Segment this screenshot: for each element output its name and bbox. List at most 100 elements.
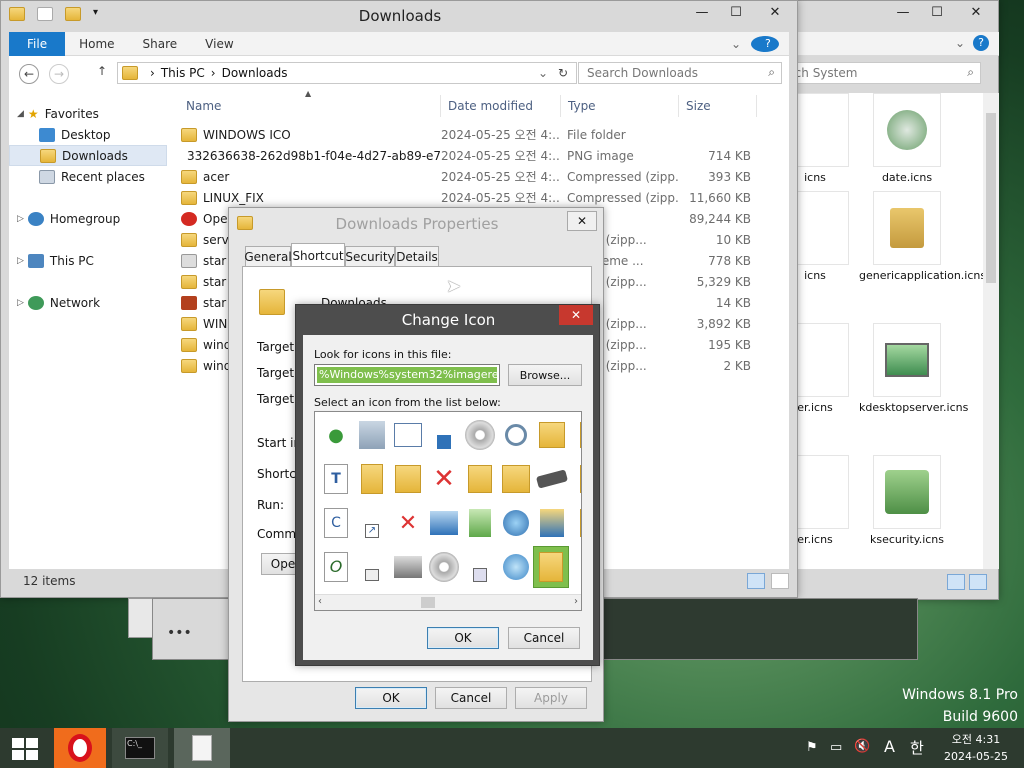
tab-view[interactable]: View [191,37,247,51]
font-file-icon[interactable]: T [317,460,355,498]
column-type[interactable]: Type [561,95,679,117]
folder-icon[interactable] [567,416,581,454]
chevron-down-icon[interactable]: ⌄ [538,66,548,80]
table-row[interactable]: 332636638-262d98b1-f04e-4d27-ab89-e7... 2… [181,145,751,166]
opera-taskbar-button[interactable] [54,728,106,768]
start-windows-icon[interactable] [12,738,38,760]
up-arrow-icon[interactable]: ↑ [97,64,107,78]
large-icons-view-icon[interactable] [771,573,789,589]
network-disconnect-icon[interactable]: ✕ [389,504,427,542]
nav-desktop[interactable]: Desktop [9,124,167,145]
ok-button[interactable]: OK [427,627,499,649]
opentype-font-icon[interactable]: O [317,548,355,586]
nav-homegroup[interactable]: ▷ Homegroup [9,208,167,229]
text-file-icon[interactable]: C [317,504,355,542]
network-status-icon[interactable]: ▭ [830,740,842,755]
close-button[interactable]: ✕ [567,211,597,231]
table-row[interactable]: acer 2024-05-25 오전 4:... Compressed (zipp.… [181,166,751,187]
minimize-button[interactable]: — [886,1,920,23]
library-icon[interactable] [353,416,391,454]
scroll-left-icon[interactable]: ‹ [318,596,322,607]
nav-favorites[interactable]: ◢ ★ Favorites [9,103,167,124]
more-icon[interactable]: ••• [167,625,192,641]
column-name[interactable]: Name [179,95,441,117]
clock[interactable]: 오전 4:31 2024-05-25 [940,731,1012,765]
add-network-icon[interactable] [497,548,535,586]
address-bar[interactable]: › This PC › Downloads ⌄ ↻ [117,62,577,84]
dvd-rw-icon[interactable] [461,416,499,454]
nav-downloads[interactable]: Downloads [9,145,167,166]
dvd-icon[interactable] [425,548,463,586]
table-row[interactable]: LINUX_FIX 2024-05-25 오전 4:... Compressed (… [181,187,751,208]
refresh-icon[interactable]: ↻ [558,66,568,80]
shortcut-arrow-icon[interactable]: ↗ [353,504,391,542]
close-button[interactable]: ✕ [954,1,998,23]
small-window-icon[interactable] [353,548,391,586]
recycle-icon[interactable] [461,504,499,542]
breadcrumb-downloads[interactable]: Downloads [222,66,288,80]
file-item[interactable]: kdesktopserver.icns [859,323,968,414]
download-arrow-icon[interactable] [425,416,463,454]
browse-button[interactable]: Browse... [508,364,582,386]
details-view-icon[interactable] [747,573,765,589]
large-icons-view-icon[interactable] [969,574,987,590]
tab-file[interactable]: File [9,31,66,56]
red-x-icon[interactable]: ✕ [425,460,463,498]
details-view-icon[interactable] [947,574,965,590]
cancel-button[interactable]: Cancel [435,687,507,709]
scrollbar-thumb[interactable] [421,597,435,608]
books-folder-icon[interactable] [353,460,391,498]
ime-indicator[interactable]: 한 [910,737,924,758]
input-mode-indicator[interactable]: A [884,737,895,756]
close-button[interactable]: ✕ [753,1,797,23]
help-icon[interactable]: ? [751,35,779,52]
explorer-taskbar-button[interactable] [174,728,230,768]
printer-icon[interactable] [389,548,427,586]
tab-details[interactable]: Details [395,246,439,266]
ok-button[interactable]: OK [355,687,427,709]
horizontal-scrollbar[interactable]: ‹ › [315,594,581,610]
search-icon[interactable]: ⌕ [768,65,775,80]
blue-folder-icon[interactable] [533,504,571,542]
tab-security[interactable]: Security [345,246,395,266]
flag-icon[interactable]: ⚑ [806,740,818,755]
picture-folder-icon[interactable] [533,416,571,454]
folder-icon[interactable] [567,460,581,498]
nav-network[interactable]: ▷ Network [9,292,167,313]
checklist-icon[interactable] [389,416,427,454]
file-item[interactable]: genericapplication.icns [859,191,986,282]
volume-muted-icon[interactable]: 🔇 [854,739,870,754]
table-row[interactable]: WINDOWS ICO 2024-05-25 오전 4:... File folde… [181,124,751,145]
back-arrow-icon[interactable]: ← [19,64,39,84]
breadcrumb-thispc[interactable]: This PC [161,66,205,80]
maximize-button[interactable]: ☐ [719,1,753,23]
scroll-right-icon[interactable]: › [574,596,578,607]
search-input[interactable]: Search Downloads ⌕ [578,62,782,84]
keyboard-icon[interactable] [533,460,571,498]
system-search-input[interactable]: rch System ⌕ [781,62,981,84]
vertical-scrollbar[interactable] [983,93,999,569]
column-size[interactable]: Size [679,95,757,117]
users-folder-icon[interactable] [497,460,535,498]
file-item[interactable]: date.icns [859,93,955,184]
network-computers-icon[interactable] [425,504,463,542]
column-date[interactable]: Date modified [441,95,561,117]
cmd-taskbar-button[interactable]: C:\_ [112,728,168,768]
nav-this-pc[interactable]: ▷ This PC [9,250,167,271]
speaker-icon[interactable] [461,548,499,586]
tab-home[interactable]: Home [65,37,128,51]
close-button[interactable]: ✕ [559,305,593,325]
check-icon[interactable]: ● [317,416,355,454]
search-icon[interactable]: ⌕ [967,65,974,80]
tab-general[interactable]: General [244,246,292,266]
folder-icon[interactable] [567,504,581,542]
globe-icon[interactable] [497,504,535,542]
file-item[interactable]: ksecurity.icns [859,455,955,546]
minimize-button[interactable]: — [685,1,719,23]
breadcrumb-separator-icon[interactable]: › [150,66,155,80]
forward-arrow-icon[interactable]: → [49,64,69,84]
maximize-button[interactable]: ☐ [920,1,954,23]
selected-downloads-folder-icon[interactable] [533,546,569,588]
scrollbar-thumb[interactable] [986,113,996,283]
tab-share[interactable]: Share [129,37,192,51]
